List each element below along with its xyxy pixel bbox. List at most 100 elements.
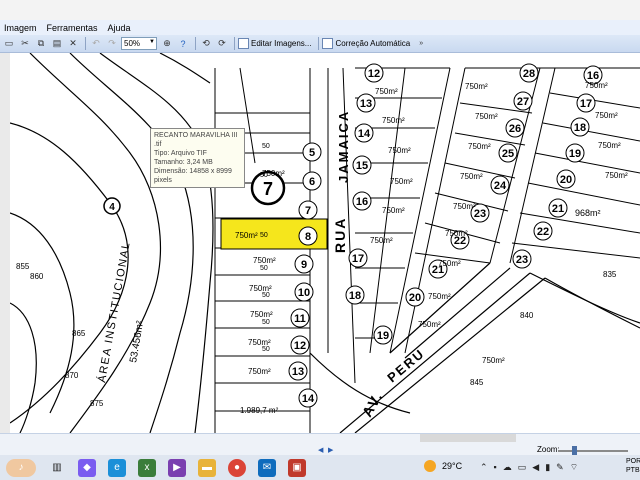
lot-number: 25	[502, 148, 514, 160]
institutional-area-size: 53.456m²	[128, 319, 146, 363]
lot-width-label: 50	[262, 292, 270, 299]
image-viewer-window: Imagem Ferramentas Ajuda ▭ ✂ ⧉ ▤ ✕ ↶ ↷ 5…	[0, 0, 640, 480]
lot-width-label: 50	[260, 172, 268, 179]
scroll-left-icon[interactable]: ◀	[318, 446, 323, 454]
contour-label: 870	[65, 371, 79, 380]
help-icon[interactable]: ?	[176, 37, 190, 51]
paste-icon[interactable]: ▤	[50, 37, 64, 51]
print-icon[interactable]: ▭	[2, 37, 16, 51]
image-canvas[interactable]: 5 6 7 8 9 10 11 12 13 14 12 13 14 15 16 17 18 19 20 21 22 23…	[0, 53, 640, 433]
zoom-in-icon[interactable]: ⊕	[160, 37, 174, 51]
lot-area-label: 750m²	[468, 142, 491, 151]
right-area-label: 968m²	[575, 208, 601, 218]
widget-avatar[interactable]: ♪	[6, 458, 36, 477]
toolbar-overflow-icon[interactable]: »	[414, 37, 428, 51]
big-area-label: 1.989,7 m²	[240, 406, 279, 415]
zoom-slider-track[interactable]	[558, 450, 628, 452]
file-explorer-icon[interactable]: ▬	[198, 458, 216, 477]
tooltip-type: Tipo: Arquivo TIF	[154, 150, 207, 157]
zone-number: 4	[109, 202, 115, 213]
lot-number: 13	[360, 98, 372, 110]
auto-correct-button[interactable]: Correção Automática	[322, 38, 410, 49]
toolbar-separator	[195, 37, 196, 50]
media-player-icon[interactable]: ▶	[168, 458, 186, 477]
scroll-right-icon[interactable]: ▶	[328, 446, 333, 454]
chevron-up-icon[interactable]: ⌃	[480, 462, 488, 473]
excel-icon[interactable]: x	[138, 458, 156, 477]
tooltip-size: Tamanho: 3,24 MB	[154, 159, 213, 166]
volume-icon[interactable]: ◀	[532, 462, 539, 473]
pen-icon[interactable]: ✎	[556, 462, 564, 473]
lot-area-label: 750m²	[382, 116, 405, 125]
lot-area-label: 750m²	[453, 202, 476, 211]
toolbar-separator	[85, 37, 86, 50]
lot-number: 19	[569, 148, 581, 160]
edit-images-label: Editar Imagens...	[251, 39, 312, 48]
redo-icon[interactable]: ↷	[105, 37, 119, 51]
lot-number: 18	[349, 290, 361, 302]
language-code: POR	[626, 458, 640, 465]
lot-number: 10	[298, 287, 310, 299]
lot-number: 18	[574, 122, 586, 134]
task-view-icon[interactable]: ▥	[48, 459, 66, 477]
lot-number: 12	[294, 340, 306, 352]
lot-number: 23	[516, 254, 528, 266]
mail-icon[interactable]: ✉	[258, 458, 276, 477]
lot-area-label: 750m²	[253, 256, 276, 265]
street-label-rua: RUA	[332, 217, 348, 253]
title-strip	[0, 0, 640, 20]
menu-imagem[interactable]: Imagem	[4, 23, 37, 33]
zoom-slider-thumb[interactable]	[572, 446, 577, 455]
delete-icon[interactable]: ✕	[66, 37, 80, 51]
lot-number: 21	[552, 203, 564, 215]
lot-width-label: 50	[262, 143, 270, 150]
lot-number: 6	[309, 176, 315, 188]
menu-ajuda[interactable]: Ajuda	[108, 23, 131, 33]
cloud-icon[interactable]: ☁	[503, 462, 512, 473]
wifi-icon[interactable]: ⌔	[570, 462, 578, 473]
edit-images-button[interactable]: Editar Imagens...	[238, 38, 311, 49]
lot-area-label: 750m²	[370, 236, 393, 245]
contour-label: 840	[520, 311, 534, 320]
auto-correct-icon	[322, 38, 334, 49]
lot-number: 23	[474, 208, 486, 220]
weather-widget[interactable]: 29°C	[424, 460, 462, 472]
status-bar: ◀ ▶ Zoom:	[0, 433, 640, 455]
lot-number: 26	[509, 123, 521, 135]
lot-number: 11	[294, 313, 306, 325]
lot-number: 17	[580, 98, 592, 110]
edge-icon[interactable]: e	[108, 458, 126, 477]
lot-number: 24	[494, 180, 507, 192]
contour-label: 865	[72, 329, 86, 338]
lot-number: 17	[352, 253, 364, 265]
copilot-icon[interactable]: ◆	[78, 458, 96, 477]
undo-icon[interactable]: ↶	[89, 37, 103, 51]
cut-icon[interactable]: ✂	[18, 37, 32, 51]
network-icon[interactable]: ▭	[518, 462, 527, 473]
lot-number: 13	[292, 366, 304, 378]
horizontal-scrollbar[interactable]	[420, 434, 516, 442]
lot-area-label: 750m²	[482, 356, 505, 365]
lot-area-label: 750m²	[598, 141, 621, 150]
menu-bar: Imagem Ferramentas Ajuda	[0, 20, 640, 35]
lot-area-label: 750m²	[460, 172, 483, 181]
image-viewer-taskbar-icon[interactable]: ▣	[288, 458, 306, 477]
copy-icon[interactable]: ⧉	[34, 37, 48, 51]
tooltip-filename: RECANTO MARAVILHA III .tif	[154, 132, 238, 148]
battery-icon[interactable]: ▮	[545, 462, 550, 473]
contour-label: 845	[470, 378, 484, 387]
lot-number: 14	[302, 393, 315, 405]
rotate-left-icon[interactable]: ⟲	[199, 37, 213, 51]
menu-ferramentas[interactable]: Ferramentas	[47, 23, 98, 33]
lot-number: 15	[356, 160, 368, 172]
lot-width-label: 50	[260, 265, 268, 272]
rotate-right-icon[interactable]: ⟳	[215, 37, 229, 51]
app-tray-icon[interactable]: ▪	[494, 462, 497, 473]
lot-area-label: 750m²	[445, 229, 468, 238]
language-indicator[interactable]: POR PTB	[626, 457, 640, 475]
zoom-select[interactable]: 50% ▼	[121, 37, 157, 50]
lot-area-label: 750m²	[248, 367, 271, 376]
lot-number: 16	[356, 196, 368, 208]
chrome-icon[interactable]: ●	[228, 458, 246, 477]
lot-number: 22	[537, 226, 549, 238]
